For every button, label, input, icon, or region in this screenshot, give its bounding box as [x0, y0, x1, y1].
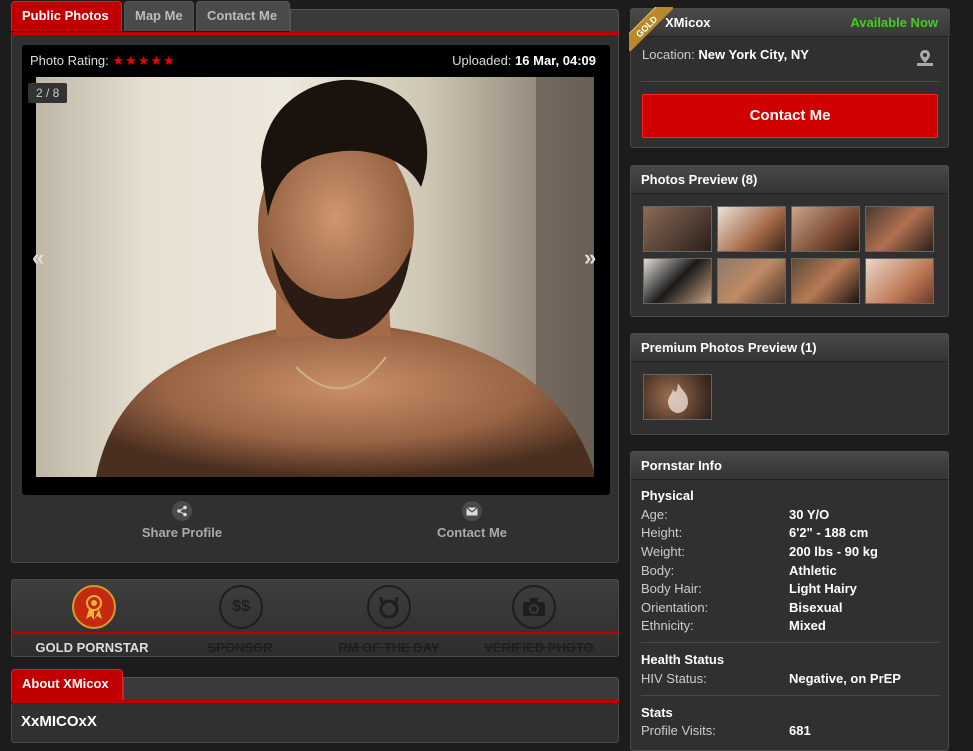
info-row-profile-visits: Profile Visits: 681 [641, 723, 811, 738]
info-divider [641, 695, 939, 696]
location: Location: New York City, NY [642, 47, 809, 62]
location-value: New York City, NY [698, 47, 809, 62]
photos-preview-panel: Photos Preview (8) [630, 165, 949, 317]
stats-title: Stats [641, 705, 673, 720]
premium-preview-panel: Premium Photos Preview (1) [630, 333, 949, 435]
photo-rating-label: Photo Rating: [30, 53, 109, 68]
flame-icon [668, 383, 688, 413]
info-row-body-hair: Body Hair: Light Hairy [641, 581, 857, 596]
photo-thumbnail[interactable] [643, 258, 712, 304]
photo-thumbnail[interactable] [791, 258, 860, 304]
pornstar-info-panel: Pornstar Info Physical Age: 30 Y/O Height… [630, 451, 949, 751]
photo-thumbnail[interactable] [643, 206, 712, 252]
prev-arrow-icon[interactable]: « [32, 245, 44, 271]
share-profile-label: Share Profile [141, 525, 223, 540]
upload-value: 16 Mar, 04:09 [515, 53, 596, 68]
tab-map-me[interactable]: Map Me [124, 1, 194, 31]
award-icon [72, 585, 116, 629]
badge-rm-of-the-day: RM OF THE DAY [338, 640, 440, 655]
photo-image [96, 77, 594, 477]
camera-icon [512, 585, 556, 629]
tab-bar-fill [290, 9, 619, 33]
info-row-age: Age: 30 Y/O [641, 507, 830, 522]
horns-icon [367, 585, 411, 629]
badges-underline [11, 632, 619, 634]
photo-thumbnail[interactable] [717, 258, 786, 304]
photo-thumbnail[interactable] [717, 206, 786, 252]
photos-preview-title: Photos Preview (8) [631, 166, 948, 194]
share-icon [172, 501, 192, 521]
info-row-weight: Weight: 200 lbs - 90 kg [641, 544, 878, 559]
photo-thumbnail[interactable] [791, 206, 860, 252]
info-divider [641, 642, 939, 643]
badge-gold-pornstar: GOLD PORNSTAR [35, 640, 149, 655]
info-row-height: Height: 6'2" - 188 cm [641, 525, 869, 540]
contact-me-button[interactable]: Contact Me [642, 94, 938, 138]
info-row-orientation: Orientation: Bisexual [641, 600, 843, 615]
main-photo [36, 77, 594, 477]
star-rating-icon[interactable]: ★★★★★ [112, 53, 175, 68]
next-arrow-icon[interactable]: » [584, 245, 596, 271]
premium-preview-title: Premium Photos Preview (1) [631, 334, 948, 362]
photo-thumbnail[interactable] [865, 206, 934, 252]
physical-title: Physical [641, 488, 694, 503]
upload-label: Uploaded: [452, 53, 512, 68]
profile-card: GOLD XMicox Available Now Location: New … [629, 7, 950, 148]
pornstar-info-title: Pornstar Info [631, 452, 948, 480]
map-pin-icon[interactable] [916, 49, 934, 70]
info-row-hiv-status: HIV Status: Negative, on PrEP [641, 671, 901, 686]
tab-public-photos[interactable]: Public Photos [11, 1, 122, 31]
envelope-icon [462, 501, 482, 521]
availability-status: Available Now [850, 15, 938, 30]
about-panel: XxMICOxX [11, 703, 619, 743]
photo-viewer: Photo Rating: ★★★★★ Uploaded: 16 Mar, 04… [22, 45, 610, 495]
photo-thumbnail[interactable] [865, 258, 934, 304]
photo-counter: 2 / 8 [28, 83, 68, 103]
photo-panel: Photo Rating: ★★★★★ Uploaded: 16 Mar, 04… [11, 35, 619, 563]
dollar-icon: $$ [219, 585, 263, 629]
about-username: XxMICOxX [21, 713, 97, 730]
badges-panel: GOLD PORNSTAR $$ SPONSOR RM OF THE DAY V… [11, 579, 619, 657]
profile-name: XMicox [665, 15, 711, 30]
premium-photo-thumbnail[interactable] [643, 374, 712, 420]
photo-rating: Photo Rating: ★★★★★ [30, 53, 176, 69]
badge-sponsor: SPONSOR [207, 640, 273, 655]
contact-me-action[interactable]: Contact Me [412, 501, 532, 540]
tab-contact-me[interactable]: Contact Me [196, 1, 290, 31]
profile-divider [641, 81, 939, 82]
badge-verified-photo: VERIFIED PHOTO [484, 640, 594, 655]
about-tab-fill [123, 677, 619, 701]
location-label: Location: [642, 47, 695, 62]
contact-me-label: Contact Me [436, 525, 508, 540]
info-row-body: Body: Athletic [641, 563, 837, 578]
share-profile-button[interactable]: Share Profile [122, 501, 242, 540]
upload-date: Uploaded: 16 Mar, 04:09 [452, 53, 596, 68]
tab-about[interactable]: About XMicox [11, 669, 123, 701]
info-row-ethnicity: Ethnicity: Mixed [641, 618, 826, 633]
health-status-title: Health Status [641, 652, 725, 667]
